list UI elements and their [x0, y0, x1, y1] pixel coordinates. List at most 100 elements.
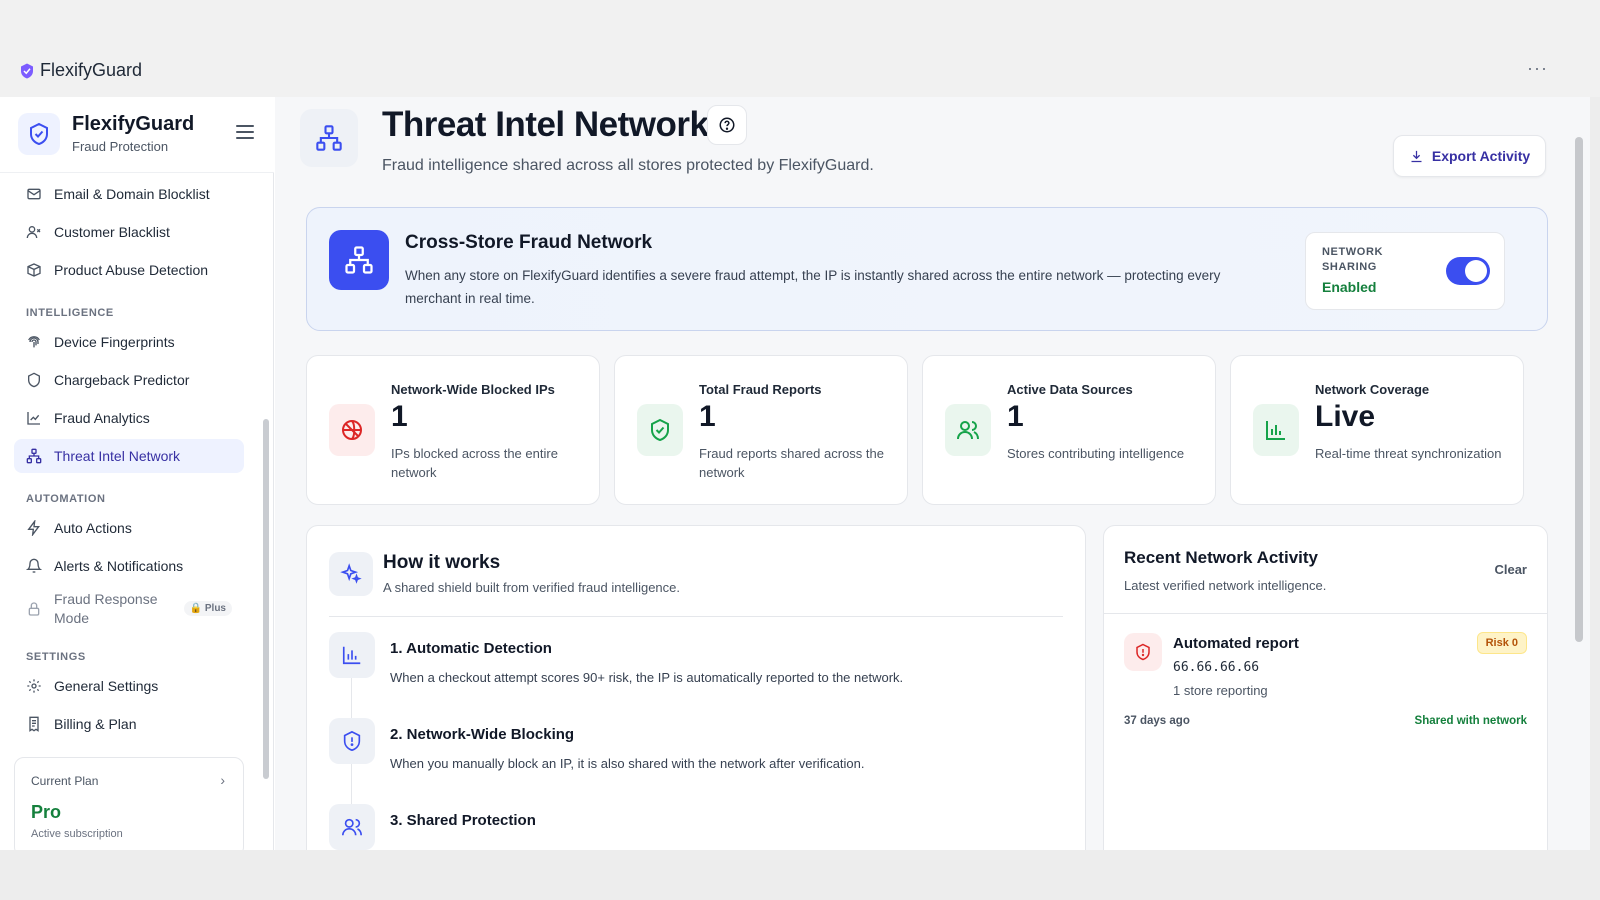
shield-check-icon	[30, 122, 48, 146]
help-circle-icon	[719, 117, 735, 133]
stat-card-fraud-reports: Total Fraud Reports 1 Fraud reports shar…	[614, 355, 908, 505]
plus-badge: 🔒 Plus	[183, 601, 232, 616]
stat-value: 1	[1007, 400, 1024, 433]
current-plan-card[interactable]: Current Plan › Pro Active subscription	[14, 757, 244, 850]
shield-icon	[28, 372, 40, 388]
export-activity-button[interactable]: Export Activity	[1393, 135, 1546, 177]
step-shared-protection: 3. Shared Protection	[329, 804, 1059, 850]
bottom-edge	[0, 850, 1600, 900]
sidebar-item-auto-actions[interactable]: Auto Actions	[14, 511, 244, 545]
activity-icon	[1124, 633, 1162, 671]
network-sharing-state: Enabled	[1322, 279, 1377, 295]
brand-name: FlexifyGuard	[72, 113, 195, 135]
sidebar-item-chargeback-predictor[interactable]: Chargeback Predictor	[14, 363, 244, 397]
sidebar-item-label: Fraud Analytics	[54, 410, 150, 426]
receipt-icon	[29, 716, 39, 732]
clear-button[interactable]: Clear	[1494, 562, 1527, 577]
chart-line-icon	[27, 412, 40, 425]
stat-icon	[329, 404, 375, 456]
activity-stores: 1 store reporting	[1173, 683, 1268, 698]
main-content: Threat Intel Network Fraud intelligence …	[275, 97, 1590, 850]
shield-check-icon	[651, 418, 669, 442]
network-icon	[345, 246, 373, 274]
sidebar-item-fraud-analytics[interactable]: Fraud Analytics	[14, 401, 244, 435]
page-subtitle: Fraud intelligence shared across all sto…	[382, 157, 874, 174]
step-icon	[329, 632, 375, 678]
sidebar-item-customer-blacklist[interactable]: Customer Blacklist	[14, 215, 244, 249]
bolt-icon	[27, 520, 40, 536]
app-window: Email & Domain Blocklist Customer Blackl…	[0, 97, 1590, 850]
stat-label: Network Coverage	[1315, 382, 1430, 397]
divider	[1104, 613, 1547, 614]
sidebar-item-label: Customer Blacklist	[54, 224, 170, 240]
sidebar-header: FlexifyGuard Fraud Protection	[0, 97, 274, 173]
activity-ip: 66.66.66.66	[1173, 660, 1260, 675]
step-automatic-detection: 1. Automatic Detection When a checkout a…	[329, 632, 1059, 692]
cross-store-network-banner: Cross-Store Fraud Network When any store…	[306, 207, 1548, 331]
sidebar-item-product-abuse-detection[interactable]: Product Abuse Detection	[14, 253, 244, 287]
sidebar-section-intelligence: INTELLIGENCE	[26, 307, 114, 319]
package-icon	[27, 263, 41, 277]
stat-icon	[945, 404, 991, 456]
how-it-works-card: How it works A shared shield built from …	[306, 525, 1086, 850]
stat-label: Total Fraud Reports	[699, 382, 822, 397]
sidebar-item-email-domain-blocklist[interactable]: Email & Domain Blocklist	[14, 177, 244, 211]
user-x-icon	[26, 226, 41, 239]
main-scrollbar[interactable]	[1575, 137, 1583, 642]
sidebar-section-automation: AUTOMATION	[26, 493, 106, 505]
shield-alert-icon	[343, 730, 361, 752]
plan-label: Current Plan	[31, 774, 99, 788]
network-sharing-toggle[interactable]	[1446, 257, 1490, 285]
step-icon	[329, 718, 375, 764]
sidebar-item-fraud-response-mode[interactable]: Fraud Response Mode 🔒 Plus	[14, 587, 244, 631]
brand-subtitle: Fraud Protection	[72, 139, 169, 154]
how-icon	[329, 552, 373, 596]
sidebar-scrollbar[interactable]	[263, 419, 269, 779]
app-logo-icon	[21, 63, 33, 78]
divider	[329, 616, 1063, 617]
stat-card-network-coverage: Network Coverage Live Real-time threat s…	[1230, 355, 1524, 505]
plus-badge-label: Plus	[204, 603, 226, 614]
sidebar-item-label: Billing & Plan	[54, 716, 137, 732]
how-title: How it works	[383, 552, 501, 573]
sidebar-item-billing-plan[interactable]: Billing & Plan	[14, 707, 244, 741]
sidebar-item-label: Fraud Response Mode	[54, 591, 158, 626]
step-title: 1. Automatic Detection	[390, 640, 552, 657]
how-subtitle: A shared shield built from verified frau…	[383, 580, 680, 595]
chevron-right-icon: ›	[220, 772, 225, 788]
sidebar-item-threat-intel-network[interactable]: Threat Intel Network	[14, 439, 244, 473]
plan-name: Pro	[31, 802, 62, 822]
sidebar-item-label: Device Fingerprints	[54, 334, 175, 350]
stat-description: IPs blocked across the entire network	[391, 446, 558, 480]
network-icon	[26, 448, 42, 464]
stat-value: 1	[699, 400, 716, 433]
window-more-button[interactable]: ···	[1527, 58, 1548, 79]
banner-description: When any store on FlexifyGuard identifie…	[405, 268, 1221, 306]
step-title: 3. Shared Protection	[390, 812, 536, 829]
stat-value: Live	[1315, 400, 1376, 433]
sidebar-item-device-fingerprints[interactable]: Device Fingerprints	[14, 325, 244, 359]
network-sharing-box: NETWORK SHARING Enabled	[1305, 232, 1505, 310]
export-activity-label: Export Activity	[1431, 148, 1531, 164]
step-title: 2. Network-Wide Blocking	[390, 726, 575, 743]
plan-status: Active subscription	[31, 828, 123, 840]
help-button[interactable]	[707, 105, 747, 145]
sidebar-item-alerts-notifications[interactable]: Alerts & Notifications	[14, 549, 244, 583]
sidebar-item-label: Email & Domain Blocklist	[54, 186, 210, 202]
sparkles-icon	[340, 563, 362, 584]
sidebar-item-label: Product Abuse Detection	[54, 262, 209, 278]
banner-icon	[329, 230, 389, 290]
users-icon	[342, 818, 362, 836]
stat-description: Stores contributing intelligence	[1007, 446, 1185, 461]
stat-description: Fraud reports shared across the network	[699, 446, 884, 480]
shield-alert-icon	[1136, 643, 1150, 661]
sidebar-item-label: Chargeback Predictor	[54, 372, 190, 388]
recent-network-activity-card: Recent Network Activity Latest verified …	[1103, 525, 1548, 850]
shared-status: Shared with network	[1414, 715, 1527, 727]
stat-description: Real-time threat synchronization	[1315, 446, 1502, 461]
stat-value: 1	[391, 400, 408, 433]
hamburger-menu-icon[interactable]	[236, 125, 254, 141]
sidebar-item-label: Threat Intel Network	[54, 448, 181, 464]
sidebar-item-general-settings[interactable]: General Settings	[14, 669, 244, 703]
sidebar-nav: Email & Domain Blocklist Customer Blackl…	[14, 167, 244, 745]
